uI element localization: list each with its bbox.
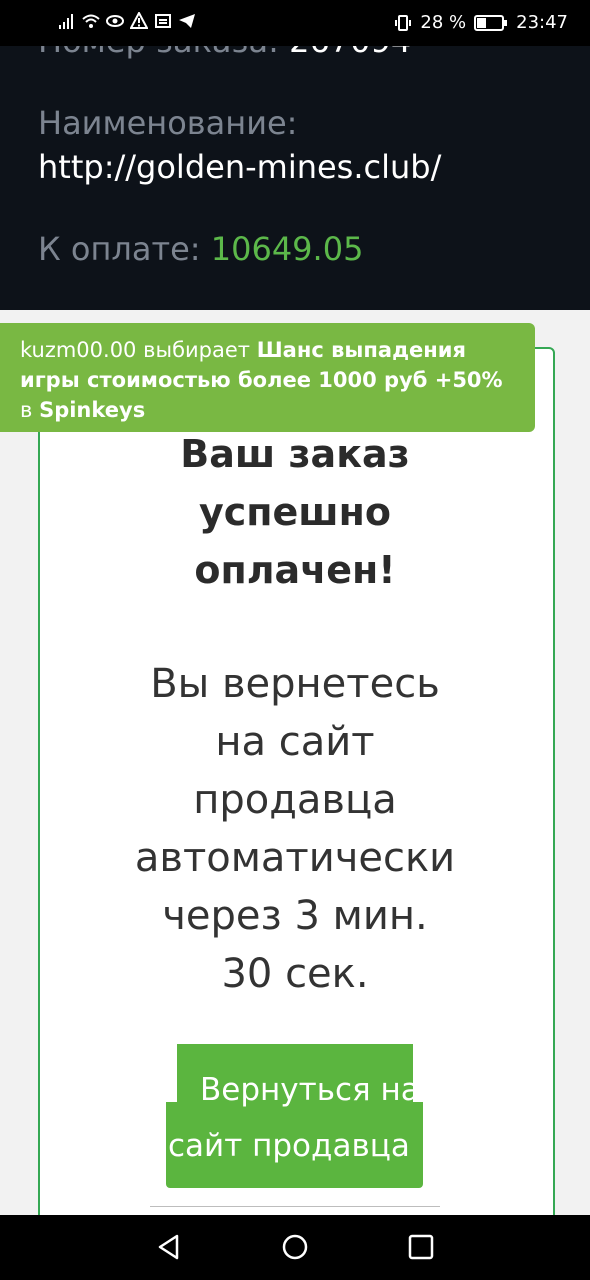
success-title-line: успешно (198, 490, 392, 534)
amount-row: К оплате: 10649.05 (38, 230, 363, 268)
order-info-header: Номер заказа: 267094 Наименование: http:… (0, 0, 590, 310)
notif-verb: выбирает (143, 338, 251, 362)
notif-preposition: в (20, 398, 33, 422)
warning-icon (130, 12, 148, 29)
notif-user: kuzm00.00 (20, 338, 137, 362)
redirect-message-line: 30 сек. (221, 951, 369, 997)
clock: 23:47 (516, 12, 568, 33)
wifi-icon (82, 14, 100, 28)
battery-percent: 28 % (420, 12, 467, 33)
sim-icon (155, 14, 171, 28)
system-nav-bar (0, 1215, 590, 1280)
amount-label: К оплате: (38, 230, 201, 268)
vibrate-icon (395, 14, 412, 31)
amount-value: 10649.05 (210, 230, 364, 268)
home-icon[interactable] (281, 1233, 309, 1261)
redirect-message-line: через 3 мин. (162, 893, 428, 939)
notif-shop: Spinkeys (39, 398, 146, 422)
return-button-line1: Вернуться на (200, 1072, 420, 1108)
name-label: Наименование: (38, 104, 298, 142)
name-value: http://golden-mines.club/ (38, 148, 442, 186)
return-button-line2: сайт продавца (168, 1128, 410, 1164)
telegram-icon (179, 14, 195, 28)
status-icons-left (58, 12, 196, 30)
status-icons-right: 28 % 23:47 (394, 12, 568, 33)
success-title-line: Ваш заказ (180, 432, 410, 476)
redirect-message: Вы вернетесь на сайт продавца автоматиче… (0, 655, 590, 1003)
eye-icon (106, 15, 124, 27)
name-value-row: http://golden-mines.club/ (38, 148, 441, 186)
promo-notification-text: kuzm00.00 выбирает Шанс выпадения игры с… (20, 335, 520, 425)
name-row: Наименование: (38, 104, 297, 142)
signal-icon (59, 14, 73, 29)
redirect-message-line: автоматически (134, 835, 456, 881)
divider (150, 1206, 440, 1207)
return-to-seller-label[interactable]: Вернуться на сайт продавца (166, 1062, 426, 1174)
back-icon[interactable] (155, 1233, 183, 1261)
recents-icon[interactable] (407, 1233, 435, 1261)
status-bar: 28 % 23:47 (0, 0, 590, 46)
success-title-line: оплачен! (194, 548, 396, 592)
battery-icon (474, 14, 508, 31)
promo-notification[interactable]: kuzm00.00 выбирает Шанс выпадения игры с… (0, 323, 535, 432)
redirect-message-line: на сайт (215, 719, 375, 765)
redirect-message-line: Вы вернетесь (150, 661, 440, 707)
success-title: Ваш заказ успешно оплачен! (0, 425, 590, 599)
redirect-message-line: продавца (193, 777, 397, 823)
